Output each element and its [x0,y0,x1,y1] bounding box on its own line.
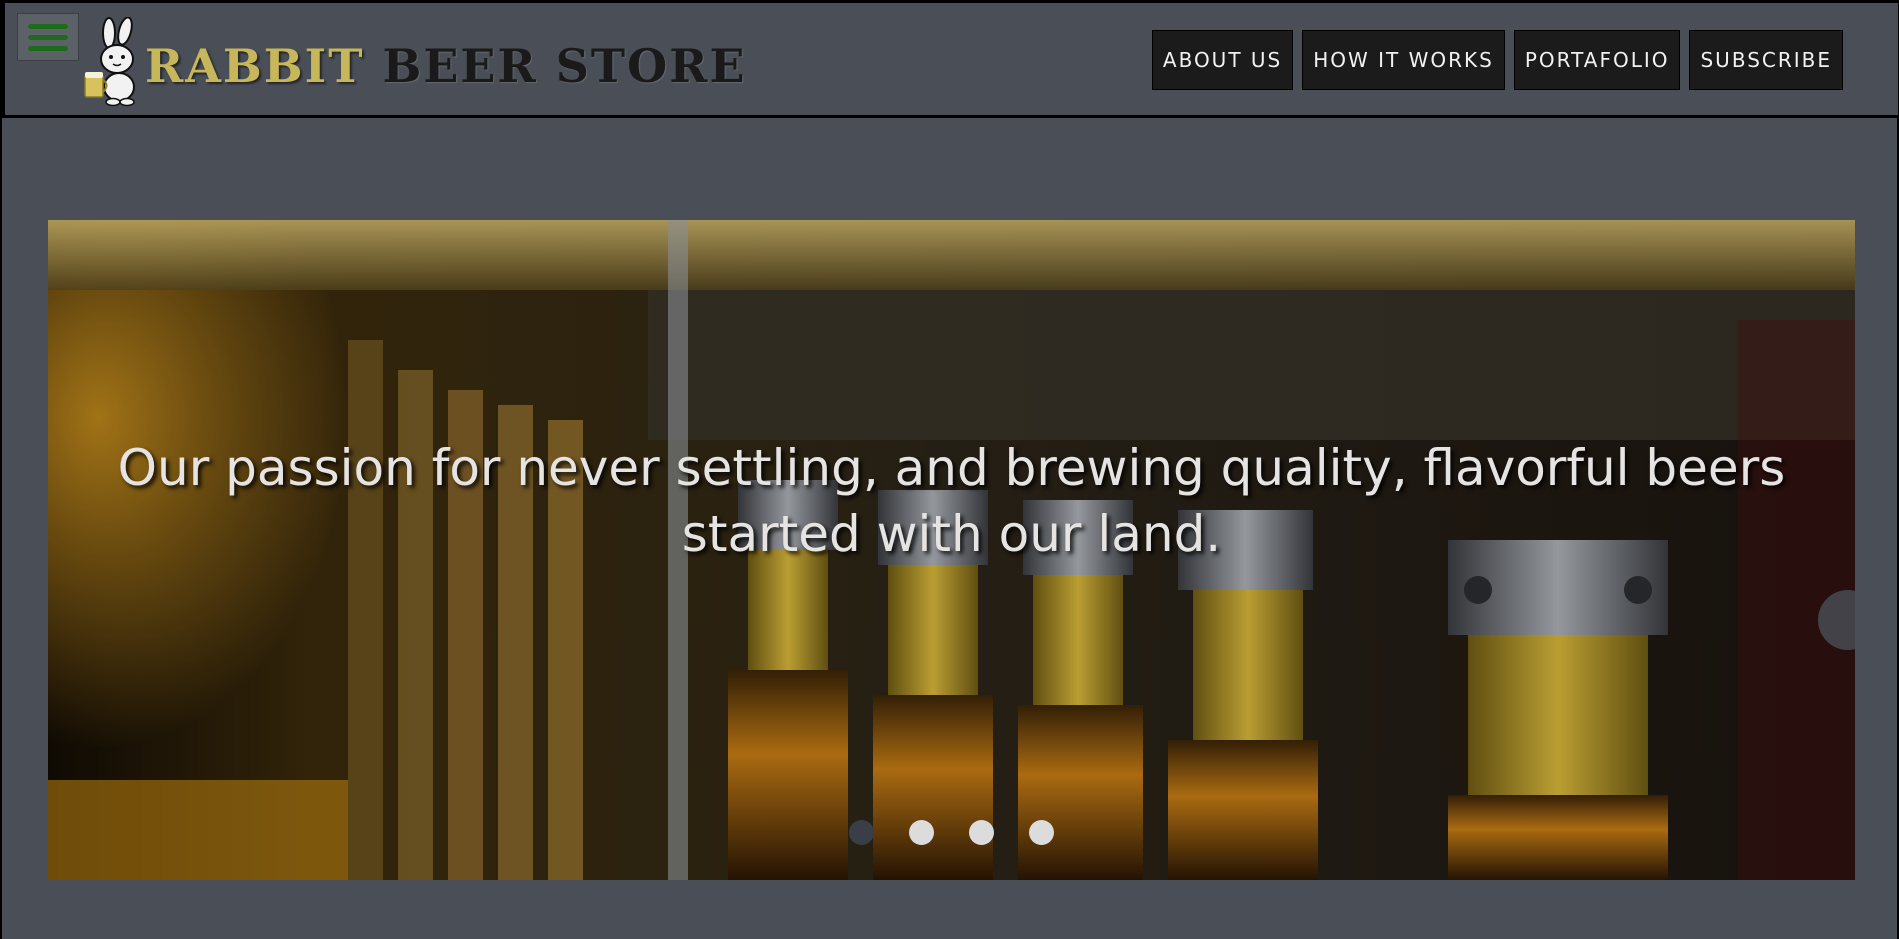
nav-how-it-works-button[interactable]: HOW IT WORKS [1302,30,1505,90]
brand-rabbit: RABBIT [145,39,365,93]
brand-beer-store: BEER STORE [382,39,747,93]
rabbit-beer-logo-icon[interactable] [83,17,153,107]
brand-title[interactable]: RABBIT BEER STORE [145,39,747,93]
carousel-indicators [48,820,1855,845]
carousel-dot-4[interactable] [1029,820,1054,845]
page: RABBIT BEER STORE ABOUT US HOW IT WORKS … [0,0,1899,939]
site-header: RABBIT BEER STORE ABOUT US HOW IT WORKS … [2,0,1899,118]
nav-about-us-button[interactable]: ABOUT US [1151,30,1294,90]
hero-caption: Our passion for never settling, and brew… [117,439,1786,563]
hero-carousel: Our passion for never settling, and brew… [48,220,1855,880]
nav-portafolio-button[interactable]: PORTAFOLIO [1513,30,1681,90]
main-nav: ABOUT US HOW IT WORKS PORTAFOLIO SUBSCRI… [1151,30,1843,90]
carousel-dot-2[interactable] [909,820,934,845]
hamburger-menu-icon[interactable] [17,13,79,61]
nav-subscribe-button[interactable]: SUBSCRIBE [1689,30,1843,90]
carousel-dot-3[interactable] [969,820,994,845]
carousel-dot-1[interactable] [849,820,874,845]
